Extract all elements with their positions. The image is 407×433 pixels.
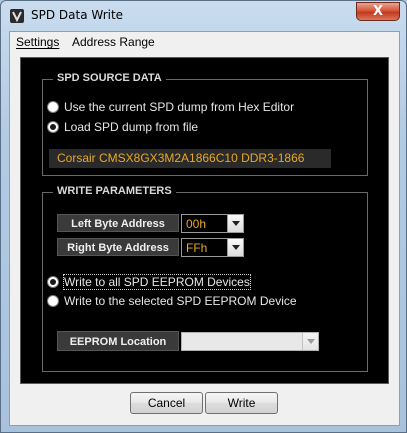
main-panel: SPD SOURCE DATA Use the current SPD dump…	[20, 57, 389, 384]
eeprom-location-select[interactable]	[181, 332, 319, 351]
radio-button-icon[interactable]	[47, 295, 59, 307]
radio-load-from-file[interactable]: Load SPD dump from file	[47, 120, 198, 134]
window-title: SPD Data Write	[31, 8, 124, 22]
menu-settings[interactable]: Settings	[16, 35, 59, 49]
radio-write-selected[interactable]: Write to the selected SPD EEPROM Device	[47, 294, 297, 308]
chevron-down-icon	[232, 245, 240, 250]
left-byte-select[interactable]: 00h	[181, 214, 244, 233]
radio-write-all[interactable]: Write to all SPD EEPROM Devices	[47, 274, 251, 290]
left-byte-label-text: Left Byte Address	[71, 218, 165, 230]
spd-source-title: SPD SOURCE DATA	[53, 72, 166, 84]
radio-use-hex-editor[interactable]: Use the current SPD dump from Hex Editor	[47, 100, 294, 114]
cancel-button[interactable]: Cancel	[130, 392, 203, 414]
eeprom-location-label: EEPROM Location	[57, 331, 179, 351]
close-icon: X	[372, 4, 384, 19]
write-button[interactable]: Write	[205, 392, 278, 414]
eeprom-location-label-text: EEPROM Location	[69, 336, 167, 348]
right-byte-label: Right Byte Address	[57, 238, 179, 256]
right-byte-label-text: Right Byte Address	[67, 242, 169, 254]
window-frame: SPD Data Write X Settings Address Range …	[0, 0, 407, 433]
radio-write-all-label: Write to all SPD EEPROM Devices	[63, 274, 251, 290]
menu-address-range-label: Address Range	[72, 35, 155, 49]
left-byte-label: Left Byte Address	[57, 214, 179, 232]
menu-bar: Settings Address Range	[10, 32, 399, 52]
radio-write-selected-label: Write to the selected SPD EEPROM Device	[64, 294, 297, 308]
right-byte-select[interactable]: FFh	[181, 238, 244, 257]
radio-button-selected-icon[interactable]	[47, 276, 59, 288]
right-byte-value: FFh	[186, 241, 208, 255]
spd-source-group: SPD SOURCE DATA Use the current SPD dump…	[42, 72, 368, 176]
menu-address-range[interactable]: Address Range	[72, 35, 155, 49]
left-byte-dropdown-button[interactable]	[227, 215, 243, 232]
radio-button-selected-icon[interactable]	[47, 121, 59, 133]
close-button[interactable]: X	[356, 2, 400, 21]
radio-use-hex-editor-label: Use the current SPD dump from Hex Editor	[64, 100, 295, 114]
chevron-down-icon	[232, 221, 240, 226]
write-params-title: WRITE PARAMETERS	[53, 185, 176, 197]
radio-button-icon[interactable]	[47, 101, 59, 113]
write-params-group: WRITE PARAMETERS Left Byte Address 00h R…	[42, 185, 368, 372]
chevron-down-icon	[307, 339, 315, 344]
spd-file-name: Corsair CMSX8GX3M2A1866C10 DDR3-1866	[49, 149, 331, 168]
radio-load-from-file-label: Load SPD dump from file	[64, 120, 199, 134]
left-byte-value: 00h	[186, 217, 207, 231]
title-bar[interactable]: SPD Data Write X	[1, 1, 406, 31]
app-icon	[10, 9, 24, 23]
eeprom-location-dropdown-button[interactable]	[302, 333, 318, 350]
client-area: Settings Address Range SPD SOURCE DATA U…	[9, 31, 400, 426]
right-byte-dropdown-button[interactable]	[227, 239, 243, 256]
spd-file-name-text: Corsair CMSX8GX3M2A1866C10 DDR3-1866	[57, 151, 305, 165]
menu-settings-label: Settings	[16, 35, 60, 49]
